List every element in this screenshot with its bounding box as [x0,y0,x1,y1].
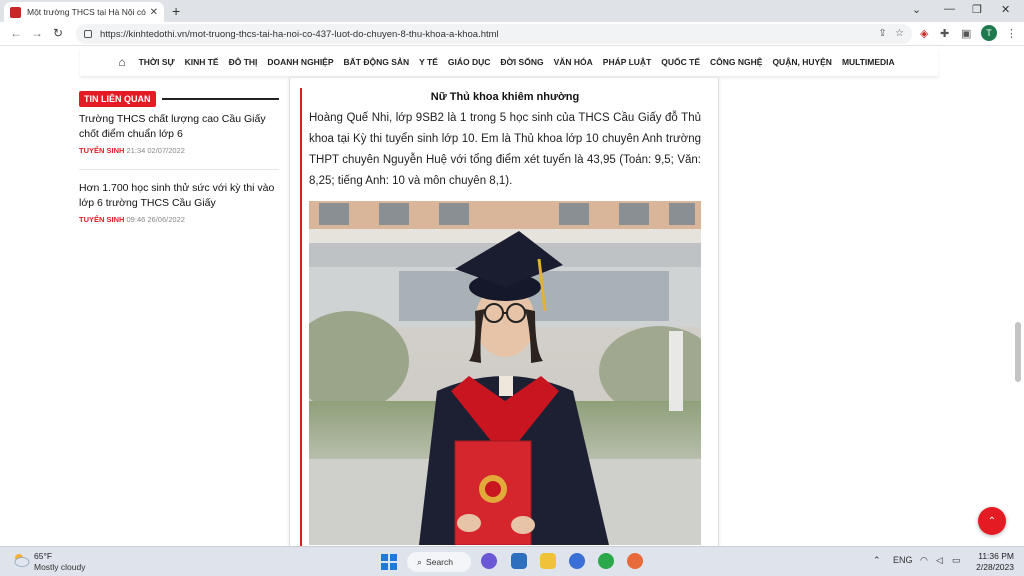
article-photo [309,201,701,545]
search-label: Search [426,557,453,567]
nav-item[interactable]: GIÁO DỤC [448,57,491,67]
nav-item[interactable]: Y TẾ [419,57,438,67]
profile-avatar[interactable]: T [981,25,997,41]
tab-title: Một trường THCS tại Hà Nội có 4 [27,7,146,17]
cloud-icon[interactable] [12,552,30,568]
search-icon: ⌕ [417,556,423,567]
nav-item[interactable]: CÔNG NGHỆ [710,57,762,67]
arrow-up-icon: ⌃ [987,515,997,527]
maximize-icon[interactable]: ❐ [972,3,982,16]
category-label[interactable]: TUYỂN SINH [79,146,124,155]
nav-item[interactable]: ĐÔ THỊ [229,57,258,67]
browser-app-icon[interactable] [627,553,643,569]
menu-icon[interactable]: ⋮ [1006,27,1017,40]
windows-taskbar: 65°F Mostly cloudy ⌕ Search ⌃ ENG ◠ ◁ ▭ … [0,546,1024,576]
scroll-top-button[interactable]: ⌃ [978,507,1006,535]
reload-icon[interactable]: ↻ [53,26,63,40]
file-explorer-icon[interactable] [540,553,556,569]
address-bar[interactable]: https://kinhtedothi.vn/mot-truong-thcs-t… [76,24,912,44]
lock-icon [84,30,92,38]
tab-search-icon[interactable]: ⌄ [912,3,921,16]
volume-icon[interactable]: ◁ [936,555,943,566]
minimize-icon[interactable]: — [944,3,955,15]
article-paragraph: Hoàng Quế Nhi, lớp 9SB2 là 1 trong 5 học… [309,112,701,187]
weather-temperature[interactable]: 65°F [34,551,52,561]
related-news-badge: TIN LIÊN QUAN [79,91,156,107]
site-favicon-icon [10,6,21,18]
nav-item[interactable]: KINH TẾ [185,57,219,67]
graduate-portrait-image [309,201,701,545]
nav-item[interactable]: QUỐC TẾ [661,57,700,67]
related-news-header: TIN LIÊN QUAN [79,91,279,107]
chevron-up-icon[interactable]: ⌃ [873,555,881,566]
browser-tab[interactable]: Một trường THCS tại Hà Nội có 4 ✕ [4,2,164,22]
nav-item[interactable]: THỜI SỰ [139,57,175,67]
forward-icon[interactable]: → [31,26,43,40]
nav-item[interactable]: DOANH NGHIỆP [267,57,333,67]
quote-rule [300,88,302,546]
share-icon[interactable]: ⇪ ☆ [878,28,904,39]
browser-toolbar: ← → ↻ https://kinhtedothi.vn/mot-truong-… [0,22,1024,46]
related-news-meta: TUYỂN SINH 09:46 26/06/2022 [79,215,279,224]
related-news-title[interactable]: Hơn 1.700 học sinh thử sức với kỳ thi và… [79,181,279,211]
nav-item[interactable]: BẤT ĐỘNG SẢN [344,57,410,67]
battery-icon[interactable]: ▭ [952,555,961,566]
site-navigation: ⌂ THỜI SỰ KINH TẾ ĐÔ THỊ DOANH NGHIỆP BẤ… [80,48,938,76]
url-text: https://kinhtedothi.vn/mot-truong-thcs-t… [100,28,499,40]
nav-item[interactable]: VĂN HÓA [554,57,593,67]
language-indicator[interactable]: ENG [893,555,913,565]
taskbar-search[interactable]: ⌕ Search [407,552,471,572]
weather-description[interactable]: Mostly cloudy [34,562,86,572]
related-news-title[interactable]: Trường THCS chất lượng cao Cầu Giấy chốt… [79,112,279,142]
messenger-app-icon[interactable] [569,553,585,569]
clock-time[interactable]: 11:36 PM [978,551,1014,561]
chrome-app-icon[interactable] [598,553,614,569]
close-window-icon[interactable]: ✕ [1001,3,1010,16]
nav-item[interactable]: PHÁP LUẬT [603,57,652,67]
nav-item[interactable]: QUẬN, HUYỆN [772,57,832,67]
timestamp: 21:34 02/07/2022 [126,146,185,155]
timestamp: 09:46 26/06/2022 [126,215,185,224]
category-label[interactable]: TUYỂN SINH [79,215,124,224]
extension-icon[interactable]: ◈ [920,27,928,40]
related-news-meta: TUYỂN SINH 21:34 02/07/2022 [79,146,279,155]
start-button[interactable] [381,554,397,570]
chat-app-icon[interactable] [481,553,497,569]
clock-date[interactable]: 2/28/2023 [970,562,1014,572]
related-news-item[interactable]: Trường THCS chất lượng cao Cầu Giấy chốt… [79,112,279,155]
tab-bar: Một trường THCS tại Hà Nội có 4 ✕ + ⌄ — … [0,0,1024,22]
article-subheading: Nữ Thủ khoa khiêm nhường [430,91,580,103]
related-news-item[interactable]: Hơn 1.700 học sinh thử sức với kỳ thi và… [79,181,279,224]
back-icon[interactable]: ← [10,26,22,40]
nav-item[interactable]: MULTIMEDIA [842,57,895,67]
close-tab-icon[interactable]: ✕ [150,7,158,18]
home-icon[interactable]: ⌂ [118,55,125,69]
page-scrollbar[interactable] [1015,322,1021,382]
new-tab-icon[interactable]: + [172,3,180,19]
nav-item[interactable]: ĐỜI SỐNG [500,57,543,67]
puzzle-icon[interactable]: ✚ [940,27,949,40]
divider [79,169,279,170]
mail-app-icon[interactable] [511,553,527,569]
sidebar-icon[interactable]: ▣ [961,27,971,40]
wifi-icon[interactable]: ◠ [920,555,928,566]
divider [161,98,279,100]
